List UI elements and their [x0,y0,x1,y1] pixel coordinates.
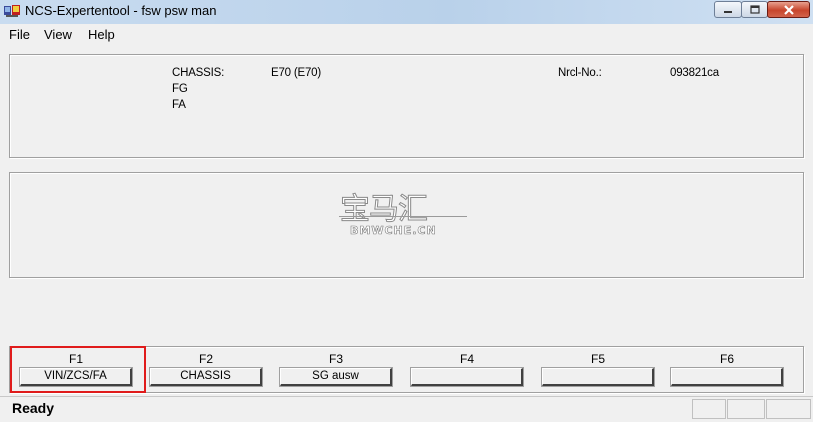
minimize-icon [724,10,732,13]
f4-key-label: F4 [459,352,474,366]
f1-highlight-box [10,346,146,393]
status-pane-1 [692,399,726,419]
f3-key-label: F3 [328,352,343,366]
watermark-underline [339,216,467,217]
menu-help[interactable]: Help [88,27,115,42]
nrcl-label: Nrcl-No.: [558,67,602,79]
fa-label: FA [172,99,186,111]
menu-bar: File View Help [0,24,813,46]
ncs-app-icon [4,5,20,17]
maximize-icon [749,5,760,14]
f6-key-label: F6 [719,352,734,366]
minimize-button[interactable] [714,1,742,18]
chassis-value: E70 (E70) [271,67,321,79]
status-bar: Ready [0,396,813,422]
f3-button[interactable]: SG ausw [279,367,393,387]
fg-label: FG [172,83,188,95]
status-pane-2 [727,399,765,419]
status-pane-3 [766,399,811,419]
f2-button[interactable]: CHASSIS [149,367,263,387]
menu-file[interactable]: File [9,27,30,42]
menu-view[interactable]: View [44,27,72,42]
f4-button[interactable] [410,367,524,387]
f5-button[interactable] [541,367,655,387]
nrcl-value: 093821ca [670,67,719,79]
close-icon [783,4,794,15]
watermark-logo: 宝马汇 [340,192,429,228]
maximize-button[interactable] [741,1,768,18]
f6-button[interactable] [670,367,784,387]
status-text: Ready [12,400,55,416]
f2-key-label: F2 [198,352,213,366]
watermark-site: BMWCHE.CN [350,224,437,238]
window-title: NCS-Expertentool - fsw psw man [25,3,217,18]
chassis-label: CHASSIS: [172,67,225,79]
f5-key-label: F5 [590,352,605,366]
close-button[interactable] [767,1,810,18]
title-bar[interactable]: NCS-Expertentool - fsw psw man [0,0,813,24]
